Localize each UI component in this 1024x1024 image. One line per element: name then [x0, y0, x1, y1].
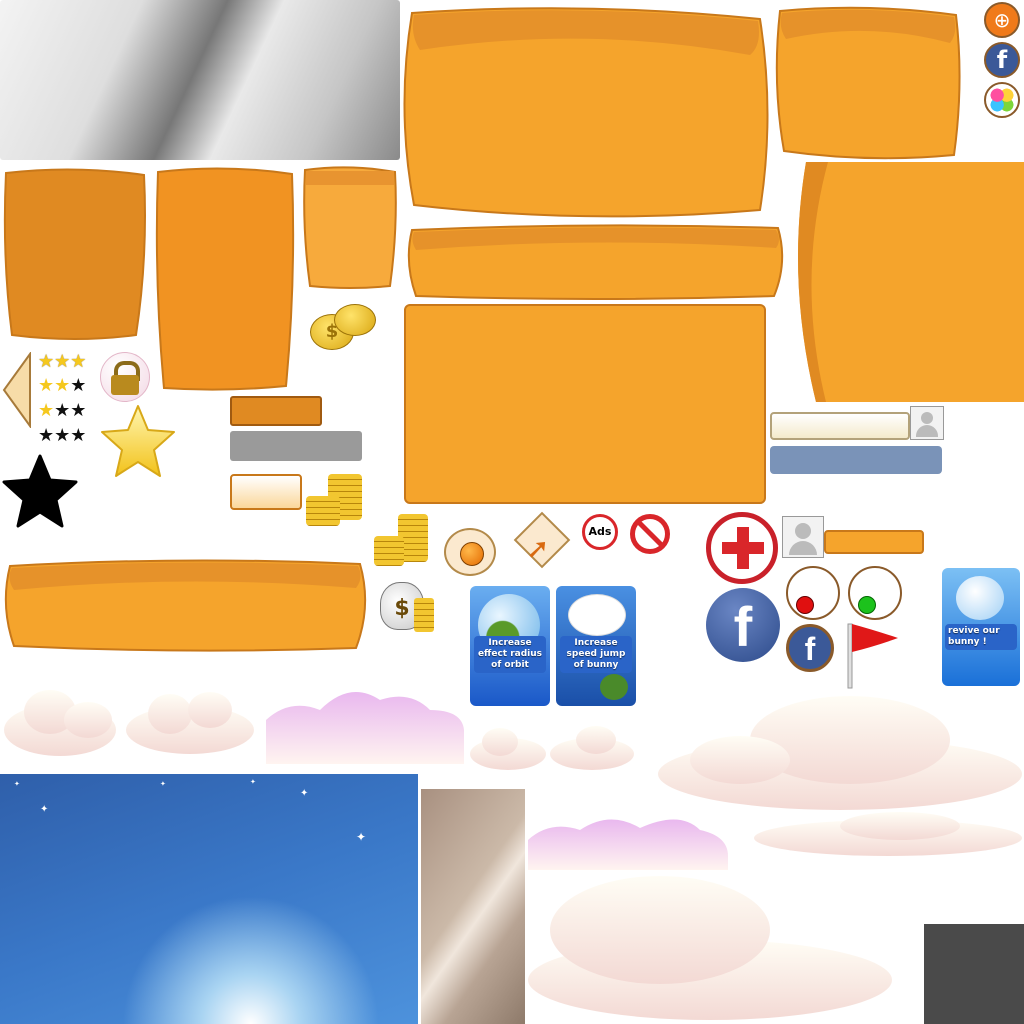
orange-panel-large: [403, 7, 769, 218]
cloud-2: [126, 692, 254, 754]
grey-bar: [230, 431, 362, 461]
game-center-icon[interactable]: [984, 82, 1020, 118]
orange-wide-bar: [407, 224, 784, 300]
stars-3-of-3: ★★★: [38, 351, 87, 372]
metal-gradient-bar: [0, 0, 400, 160]
orange-rect-panel: [404, 304, 766, 504]
powerup-label-orbit: Increase effect radius of orbit: [474, 636, 546, 673]
status-indicator-red[interactable]: [786, 566, 840, 620]
coin-stack-icon: [306, 474, 362, 528]
facebook-icon[interactable]: f: [786, 624, 834, 672]
coin-stack-icon: [372, 514, 432, 570]
cloud-9: [528, 876, 892, 1020]
stars-0-of-3: ★★★: [38, 425, 87, 446]
star-icon: [101, 405, 175, 477]
cream-input-bar: [770, 412, 910, 440]
coin-stack-icon: $: [304, 300, 376, 356]
share-icon[interactable]: ➚: [506, 511, 576, 572]
cloud-1: [4, 690, 116, 756]
money-bag-icon: $: [374, 576, 436, 634]
blue-grey-bar: [770, 446, 942, 474]
orange-panel-medium: [775, 6, 961, 160]
facebook-icon[interactable]: f: [984, 42, 1020, 78]
prohibited-icon[interactable]: [630, 514, 670, 554]
angel-bunny-icon: [956, 576, 1004, 620]
cloud-3: [266, 692, 464, 764]
powerup-label-speed: Increase speed jump of bunny: [560, 636, 632, 673]
bomb-powerup-icon[interactable]: [440, 514, 500, 576]
orange-tall-panel-3: [303, 166, 397, 289]
cream-bar: [230, 474, 302, 510]
orange-side-panel: [798, 162, 1024, 402]
orange-long-bar: [4, 559, 367, 652]
tan-gradient-strip: [421, 789, 525, 1024]
cloud-5: [550, 726, 634, 770]
cloud-4: [470, 728, 546, 770]
cloud-7: [528, 819, 728, 870]
globe-icon[interactable]: ⊕: [984, 2, 1020, 38]
lock-icon: [100, 352, 150, 402]
cloud-8: [754, 812, 1022, 856]
avatar-icon: [910, 406, 944, 440]
no-ads-label: Ads: [588, 525, 612, 538]
no-ads-icon[interactable]: Ads: [582, 514, 618, 550]
stars-2-of-3: ★★★: [38, 375, 87, 396]
stars-1-of-3: ★★★: [38, 400, 87, 421]
back-arrow-icon[interactable]: [0, 352, 34, 428]
powerup-label-revive: revive our bunny !: [945, 624, 1017, 650]
orange-tall-panel-2: [155, 167, 295, 391]
winged-bunny-icon: [568, 594, 626, 636]
orange-tall-panel-1: [3, 168, 146, 340]
star-silhouette-icon: [2, 454, 78, 528]
cloud-6: [658, 696, 1022, 810]
powerup-card-revive[interactable]: revive our bunny !: [942, 568, 1020, 686]
orange-progress-bar: [824, 530, 924, 554]
avatar-icon: [782, 516, 824, 558]
health-plus-icon[interactable]: [706, 512, 778, 584]
status-indicator-green[interactable]: [848, 566, 902, 620]
dark-grey-square: [924, 924, 1024, 1024]
night-sky-background: ✦ ✦ ✦ ✦ ✦ ✦: [0, 774, 418, 1024]
facebook-icon[interactable]: f: [706, 588, 780, 662]
orange-small-bar: [230, 396, 322, 426]
